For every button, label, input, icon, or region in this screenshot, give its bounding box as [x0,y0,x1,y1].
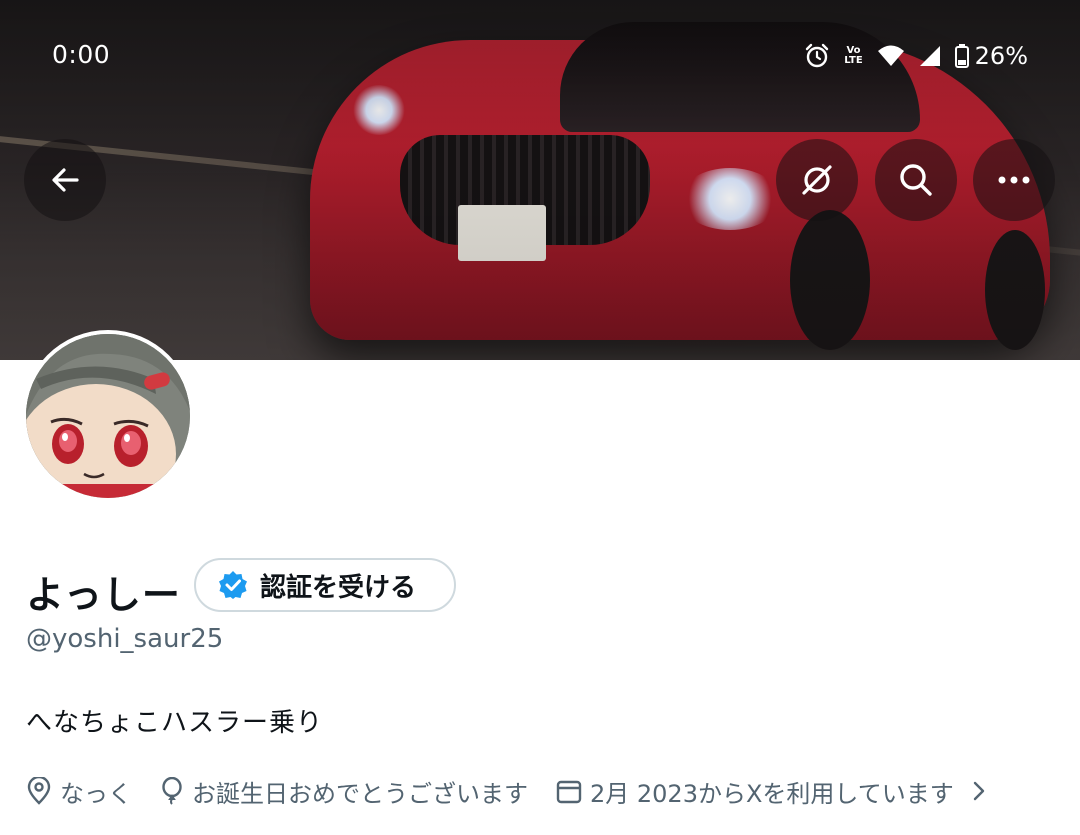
verified-badge-icon [219,571,247,599]
display-name: よっしー [26,573,181,617]
volte-icon: Vo LTE [844,46,862,66]
user-handle: @yoshi_saur25 [26,624,224,654]
balloon-icon [162,777,182,805]
status-icons: Vo LTE 26% [804,40,1028,72]
avatar-plush-face [26,334,190,498]
birthday-item: お誕生日おめでとうございます [160,774,528,809]
battery-icon [954,44,969,68]
search-icon [900,164,932,196]
location-text: なっく [60,779,132,808]
calendar-icon [556,780,582,804]
location-item: なっく [26,774,132,809]
profile-meta-row: なっく お誕生日おめでとうございます 2月 2023からXを利用しています [26,774,988,808]
birthday-text: お誕生日おめでとうございます [192,779,528,808]
joined-item[interactable]: 2月 2023からXを利用しています [556,774,988,809]
get-verified-button[interactable]: 認証を受ける [194,558,456,612]
wifi-icon [877,45,904,66]
search-button[interactable] [875,139,957,221]
status-time: 0:00 [52,40,111,69]
more-button[interactable] [973,139,1055,221]
get-verified-label: 認証を受ける [260,572,417,603]
avatar[interactable] [22,330,194,502]
back-arrow-icon [52,168,79,192]
more-icon [998,176,1030,184]
location-pin-icon [27,777,51,805]
profile-bio: へなちょこハスラー乗り [26,708,324,738]
alarm-icon [806,43,829,68]
notifications-off-button[interactable] [776,139,858,221]
joined-text: 2月 2023からXを利用しています [590,779,954,808]
volte-bottom-text: LTE [844,55,863,66]
chevron-right-icon [973,781,984,801]
cell-signal-icon [919,46,940,66]
back-button[interactable] [24,139,106,221]
battery-percent: 26% [974,42,1028,70]
avatar-image [26,334,190,498]
notifications-off-icon [802,165,832,195]
